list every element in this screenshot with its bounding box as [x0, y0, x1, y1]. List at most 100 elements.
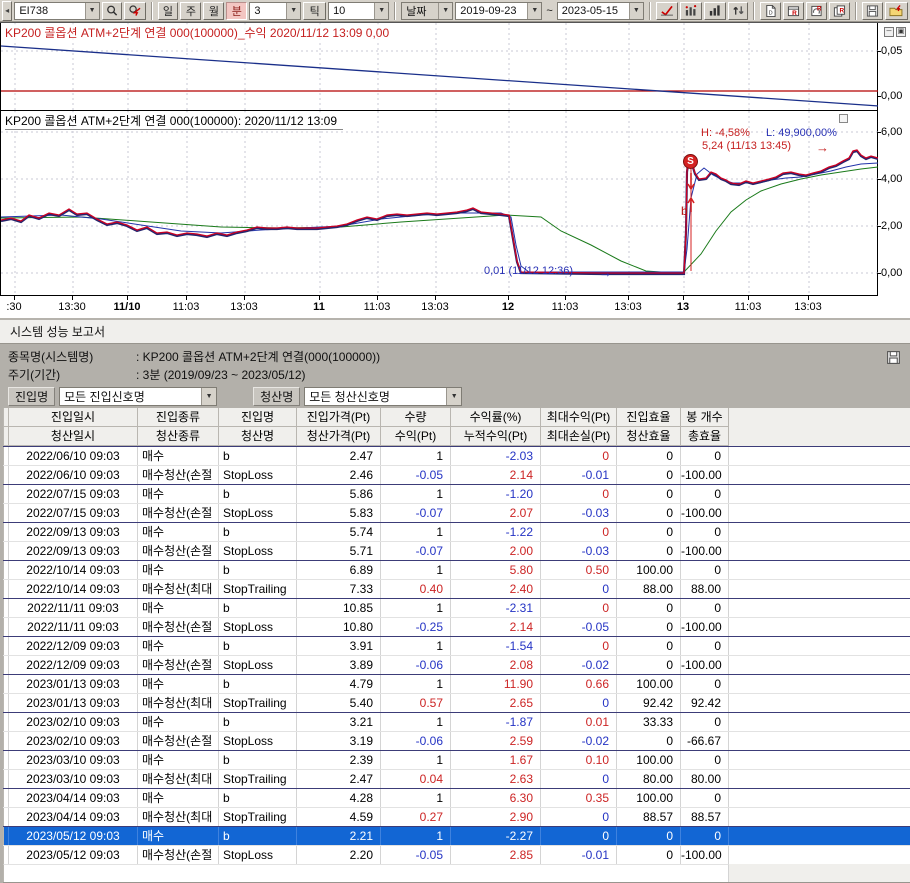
trade-cell: 3.21 — [297, 713, 381, 731]
column-header: 청산일시 — [9, 427, 138, 446]
trade-cell: -0.01 — [541, 846, 617, 864]
trade-cell: -1.87 — [451, 713, 541, 731]
chevron-down-icon[interactable]: ▼ — [446, 388, 461, 405]
x-tick-label: 11:03 — [735, 301, 762, 313]
tick-count-combo[interactable]: 10 ▼ — [328, 2, 389, 20]
trade-cell: 매수청산(최대 — [138, 694, 219, 712]
sell-signal-marker[interactable]: S — [683, 154, 698, 169]
open-folder-button[interactable] — [885, 2, 908, 20]
panel-maximize-icon[interactable] — [839, 114, 848, 123]
trade-cell: 매수청산(최대 — [138, 808, 219, 826]
x-tick-mark — [14, 296, 15, 300]
trade-cell: 2.14 — [451, 466, 541, 484]
report-title: 시스템 성능 보고서 — [10, 323, 105, 340]
trade-cell: -0.05 — [381, 846, 451, 864]
chevron-down-icon[interactable]: ▼ — [85, 3, 99, 19]
chevron-down-icon[interactable]: ▼ — [286, 3, 300, 19]
search-button[interactable] — [102, 2, 122, 20]
entry-filter-combo[interactable]: 모든 진입신호명 ▼ — [59, 387, 217, 406]
profit-panel[interactable]: KP200 콜옵션 ATM+2단계 연결 000(100000)_수익 2020… — [1, 23, 879, 111]
column-header: 진입종류 — [138, 408, 219, 427]
period-info-label: 주기(기간) — [8, 366, 136, 383]
exit-filter-combo[interactable]: 모든 청산신호명 ▼ — [304, 387, 462, 406]
chevron-down-icon[interactable]: ▼ — [629, 3, 643, 19]
date-mode-combo[interactable]: 날짜 ▼ — [401, 2, 453, 20]
price-axis: 0,050,006,004,002,000,00 — [878, 23, 910, 296]
trade-entry-row[interactable]: 2022/09/13 09:03매수b5.741-1.22000 — [3, 522, 910, 541]
volume-chart-button[interactable] — [704, 2, 726, 20]
exit-filter-value: 모든 청산신호명 — [305, 388, 446, 405]
search-jump-button[interactable] — [124, 2, 146, 20]
trade-exit-row[interactable]: 2023/03/10 09:03매수청산(최대StopTrailing2.470… — [3, 769, 910, 788]
trade-exit-row[interactable]: 2023/01/13 09:03매수청산(최대StopTrailing5.400… — [3, 693, 910, 712]
save-button[interactable] — [862, 2, 883, 20]
buy-signal-marker[interactable]: b — [681, 204, 688, 218]
trade-exit-row[interactable]: 2023/05/12 09:03매수청산(손절StopLoss2.20-0.05… — [3, 845, 910, 864]
trade-entry-row[interactable]: 2022/10/14 09:03매수b6.8915.800.50100.000 — [3, 560, 910, 579]
line-chart-check-button[interactable] — [656, 2, 678, 20]
trade-cell: 10.80 — [297, 618, 381, 636]
period-week-button[interactable]: 주 — [180, 2, 201, 20]
trade-exit-row[interactable]: 2023/04/14 09:03매수청산(최대StopTrailing4.590… — [3, 807, 910, 826]
column-header: 수익(Pt) — [381, 427, 451, 446]
trade-exit-row[interactable]: 2023/02/10 09:03매수청산(손절StopLoss3.19-0.06… — [3, 731, 910, 750]
column-header: 봉 개수 — [681, 408, 729, 427]
chevron-down-icon[interactable]: ▼ — [438, 3, 452, 19]
period-month-button[interactable]: 월 — [203, 2, 224, 20]
trade-cell: 0.27 — [381, 808, 451, 826]
trade-entry-row[interactable]: 2022/11/11 09:03매수b10.851-2.31000 — [3, 598, 910, 617]
trade-exit-row[interactable]: 2022/10/14 09:03매수청산(최대StopTrailing7.330… — [3, 579, 910, 598]
date-from-combo[interactable]: 2019-09-23 ▼ — [455, 2, 542, 20]
restore-icon[interactable]: ▣ — [896, 27, 906, 37]
chevron-down-icon[interactable]: ▼ — [374, 3, 388, 19]
sort-updown-button[interactable] — [728, 2, 749, 20]
trade-cell: -100.00 — [681, 504, 729, 522]
date-to-combo[interactable]: 2023-05-15 ▼ — [557, 2, 644, 20]
trade-cell: 2022/10/14 09:03 — [9, 561, 138, 579]
report-window-button[interactable]: R — [783, 2, 804, 20]
collapse-left-icon[interactable]: ◂ — [2, 1, 12, 21]
trade-entry-row[interactable]: 2023/05/12 09:03매수b2.211-2.27000 — [3, 826, 910, 845]
trade-exit-row[interactable]: 2022/12/09 09:03매수청산(손절StopLoss3.89-0.06… — [3, 655, 910, 674]
trade-cell: 2.14 — [451, 618, 541, 636]
period-day-button[interactable]: 일 — [158, 2, 179, 20]
new-document-icon: D — [764, 4, 777, 18]
trade-cell: 매수 — [138, 637, 219, 655]
trade-entry-row[interactable]: 2022/07/15 09:03매수b5.861-1.20000 — [3, 484, 910, 503]
report-section-header: 시스템 성능 보고서 — [0, 318, 910, 344]
main-toolbar: ◂ EI738 ▼ 일 주 월 분 3 ▼ 틱 10 ▼ 날짜 ▼ 2019-0… — [0, 0, 910, 22]
trade-exit-row[interactable]: 2022/06/10 09:03매수청산(손절StopLoss2.46-0.05… — [3, 465, 910, 484]
new-report-button[interactable]: D — [760, 2, 781, 20]
symbol-combo[interactable]: EI738 ▼ — [14, 2, 99, 20]
trade-entry-row[interactable]: 2023/02/10 09:03매수b3.211-1.870.0133.330 — [3, 712, 910, 731]
period-minute-button[interactable]: 분 — [226, 2, 247, 20]
minute-interval-combo[interactable]: 3 ▼ — [249, 2, 301, 20]
trade-cell: 매수청산(손절 — [138, 504, 219, 522]
trade-cell: StopLoss — [219, 466, 297, 484]
trade-cell: 2.59 — [451, 732, 541, 750]
trade-cell: 0 — [541, 485, 617, 503]
trade-entry-row[interactable]: 2023/04/14 09:03매수b4.2816.300.35100.000 — [3, 788, 910, 807]
chevron-down-icon[interactable]: ▼ — [527, 3, 541, 19]
trade-cell: 2.21 — [297, 827, 381, 845]
chart-plot[interactable]: KP200 콜옵션 ATM+2단계 연결 000(100000)_수익 2020… — [0, 23, 878, 296]
tick-button[interactable]: 틱 — [303, 2, 326, 20]
refresh-report-button[interactable]: R — [806, 2, 827, 20]
trade-cell: -100.00 — [681, 542, 729, 560]
signal-chart-button[interactable] — [680, 2, 702, 20]
copy-report-button[interactable]: R — [829, 2, 850, 20]
trade-exit-row[interactable]: 2022/07/15 09:03매수청산(손절StopLoss5.83-0.07… — [3, 503, 910, 522]
trade-cell: 1 — [381, 523, 451, 541]
chart-area[interactable]: KP200 콜옵션 ATM+2단계 연결 000(100000)_수익 2020… — [0, 22, 910, 318]
trade-exit-row[interactable]: 2022/09/13 09:03매수청산(손절StopLoss5.71-0.07… — [3, 541, 910, 560]
trade-entry-row[interactable]: 2022/12/09 09:03매수b3.911-1.54000 — [3, 636, 910, 655]
price-panel[interactable]: KP200 콜옵션 ATM+2단계 연결 000(100000): 2020/1… — [1, 111, 879, 296]
trade-entry-row[interactable]: 2022/06/10 09:03매수b2.471-2.03000 — [3, 446, 910, 465]
chevron-down-icon[interactable]: ▼ — [201, 388, 216, 405]
save-report-button[interactable] — [886, 350, 901, 368]
minimize-icon[interactable]: ─ — [884, 27, 894, 37]
trade-cell: 매수 — [138, 447, 219, 465]
trade-exit-row[interactable]: 2022/11/11 09:03매수청산(손절StopLoss10.80-0.2… — [3, 617, 910, 636]
trade-entry-row[interactable]: 2023/01/13 09:03매수b4.79111.900.66100.000 — [3, 674, 910, 693]
trade-entry-row[interactable]: 2023/03/10 09:03매수b2.3911.670.10100.000 — [3, 750, 910, 769]
